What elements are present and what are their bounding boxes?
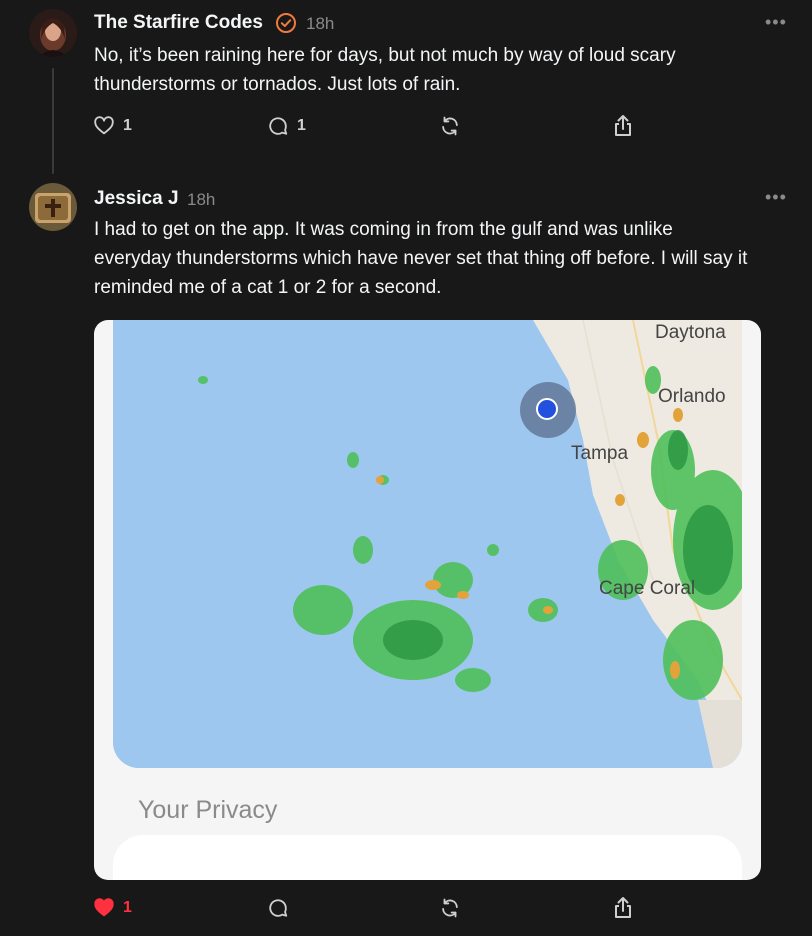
like-button[interactable]: 1 (93, 897, 132, 919)
author-name[interactable]: The Starfire Codes (94, 12, 263, 34)
post-text-line: everyday thunderstorms which have never … (94, 248, 748, 269)
post-text-line: thunderstorms or tornados. Just lots of … (94, 74, 461, 95)
like-count: 1 (123, 899, 132, 916)
reply-button[interactable] (267, 897, 289, 919)
avatar[interactable] (29, 183, 77, 231)
share-button[interactable] (612, 114, 634, 138)
map-label: Daytona (655, 322, 726, 343)
post-text-line: No, it’s been raining here for days, but… (94, 45, 676, 66)
thread-line (52, 68, 54, 174)
repost-icon (442, 898, 458, 918)
heart-filled-icon (94, 898, 114, 917)
verified-icon (275, 12, 297, 39)
share-icon (615, 897, 631, 918)
heart-icon (94, 116, 114, 135)
comment-icon (269, 117, 288, 135)
post-text-line: I had to get on the app. It was coming i… (94, 219, 673, 240)
repost-button[interactable] (439, 897, 461, 919)
share-icon (615, 115, 631, 136)
more-options-button[interactable]: ••• (765, 187, 787, 208)
comment-icon (269, 899, 288, 917)
attached-image[interactable]: Daytona Orlando Tampa Cape Coral Your Pr… (94, 320, 761, 880)
post-text: No, it’s been raining here for days, but… (94, 41, 676, 99)
post-text: I had to get on the app. It was coming i… (94, 215, 747, 302)
like-button[interactable]: 1 (93, 115, 132, 137)
like-count: 1 (123, 117, 132, 134)
share-button[interactable] (612, 896, 634, 920)
privacy-title: Your Privacy (138, 796, 278, 824)
map-label: Tampa (571, 443, 629, 464)
reply-count: 1 (297, 117, 306, 134)
author-name[interactable]: Jessica J (94, 188, 179, 210)
location-dot (520, 382, 576, 438)
radar-map: Daytona Orlando Tampa Cape Coral (113, 320, 742, 768)
post-time: 18h (187, 190, 216, 209)
more-options-button[interactable]: ••• (765, 12, 787, 33)
repost-button[interactable] (439, 115, 461, 137)
map-label: Orlando (658, 386, 726, 407)
avatar[interactable] (29, 9, 77, 57)
post-text-line: reminded me of a cat 1 or 2 for a second… (94, 277, 442, 298)
reply-button[interactable]: 1 (267, 115, 306, 137)
map-label: Cape Coral (599, 578, 696, 599)
privacy-panel (113, 835, 742, 880)
repost-icon (442, 116, 458, 136)
post-time: 18h (306, 14, 335, 33)
